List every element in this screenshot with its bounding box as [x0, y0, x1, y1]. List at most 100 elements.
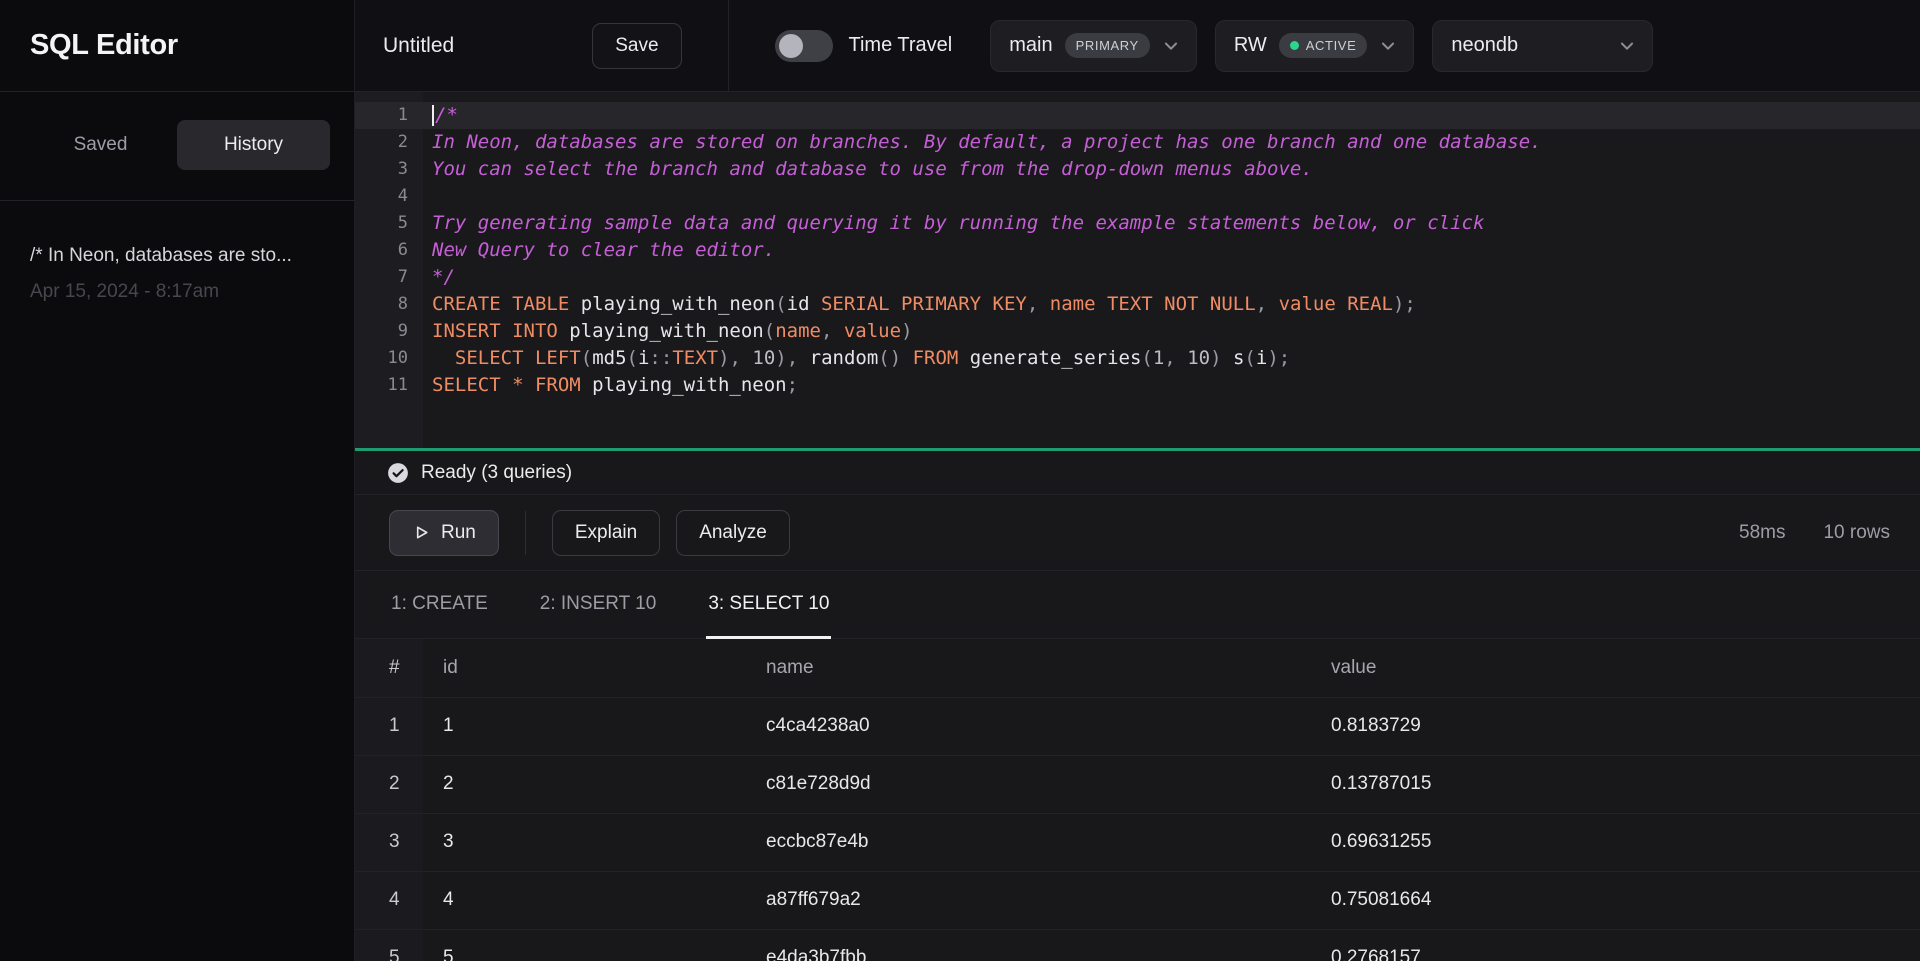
line-number: 7 — [355, 264, 423, 291]
table-cell: 0.75081664 — [1311, 871, 1920, 929]
sql-editor-app: SQL Editor SavedHistory /* In Neon, data… — [0, 0, 1920, 961]
table-row[interactable]: 11c4ca4238a00.8183729 — [355, 697, 1920, 755]
code-text: CREATE TABLE playing_with_neon(id SERIAL… — [423, 291, 1920, 318]
table-cell: e4da3b7fbb — [746, 929, 1311, 961]
history-item[interactable]: /* In Neon, databases are sto...Apr 15, … — [0, 201, 354, 303]
table-cell: a87ff679a2 — [746, 871, 1311, 929]
line-number: 6 — [355, 237, 423, 264]
sidebar-tab-saved[interactable]: Saved — [24, 120, 177, 170]
table-row[interactable]: 55e4da3b7fbb0.2768157 — [355, 929, 1920, 961]
line-number: 4 — [355, 183, 423, 210]
explain-button[interactable]: Explain — [552, 510, 660, 556]
code-line[interactable]: 6New Query to clear the editor. — [355, 237, 1920, 264]
result-tab-3-select-10[interactable]: 3: SELECT 10 — [706, 571, 831, 639]
results-column-header: value — [1311, 639, 1920, 697]
table-cell: 1 — [355, 697, 423, 755]
line-number: 11 — [355, 372, 423, 399]
sidebar-header: SQL Editor — [0, 0, 354, 92]
history-list: /* In Neon, databases are sto...Apr 15, … — [0, 201, 354, 303]
line-number: 8 — [355, 291, 423, 318]
result-tab-1-create[interactable]: 1: CREATE — [389, 571, 490, 639]
main-panel: Untitled Save Time Travel main PRIMARY R… — [355, 0, 1920, 961]
line-number: 10 — [355, 345, 423, 372]
table-cell: 5 — [355, 929, 423, 961]
table-cell: c4ca4238a0 — [746, 697, 1311, 755]
chevron-down-icon — [1618, 37, 1636, 55]
results-table: #idnamevalue 11c4ca4238a00.818372922c81e… — [355, 639, 1920, 961]
code-text: In Neon, databases are stored on branche… — [423, 129, 1920, 156]
code-line[interactable]: 8CREATE TABLE playing_with_neon(id SERIA… — [355, 291, 1920, 318]
code-editor[interactable]: 1/*2In Neon, databases are stored on bra… — [355, 92, 1920, 448]
code-line[interactable]: 2In Neon, databases are stored on branch… — [355, 129, 1920, 156]
code-text: SELECT LEFT(md5(i::TEXT), 10), random() … — [423, 345, 1920, 372]
table-row[interactable]: 33eccbc87e4b0.69631255 — [355, 813, 1920, 871]
table-cell: 4 — [355, 871, 423, 929]
compute-select[interactable]: RW ACTIVE — [1215, 20, 1415, 72]
database-name: neondb — [1451, 34, 1518, 57]
sidebar-tabs: SavedHistory — [24, 120, 330, 170]
time-travel-toggle[interactable] — [775, 30, 833, 62]
query-metrics: 58ms 10 rows — [1739, 522, 1890, 544]
results-header-row: #idnamevalue — [355, 639, 1920, 697]
line-number: 2 — [355, 129, 423, 156]
query-title: Untitled — [383, 34, 454, 58]
table-row[interactable]: 22c81e728d9d0.13787015 — [355, 755, 1920, 813]
database-select[interactable]: neondb — [1432, 20, 1653, 72]
line-number: 5 — [355, 210, 423, 237]
chevron-down-icon — [1379, 37, 1397, 55]
code-line[interactable]: 5Try generating sample data and querying… — [355, 210, 1920, 237]
code-line[interactable]: 1/* — [355, 102, 1920, 129]
compute-name: RW — [1234, 34, 1267, 57]
editor-lines: 1/*2In Neon, databases are stored on bra… — [355, 102, 1920, 399]
code-line[interactable]: 4 — [355, 183, 1920, 210]
result-tabs: 1: CREATE 2: INSERT 10 3: SELECT 10 — [355, 571, 1920, 639]
table-cell: 1 — [423, 697, 746, 755]
page-title: SQL Editor — [30, 29, 178, 62]
code-text: SELECT * FROM playing_with_neon; — [423, 372, 1920, 399]
play-icon — [412, 523, 431, 542]
actions-divider — [525, 511, 526, 555]
active-dot-icon — [1290, 41, 1299, 50]
table-cell: c81e728d9d — [746, 755, 1311, 813]
actions-row: Run Explain Analyze 58ms 10 rows — [355, 495, 1920, 571]
code-line[interactable]: 7*/ — [355, 264, 1920, 291]
table-cell: 2 — [423, 755, 746, 813]
result-tab-2-insert-10[interactable]: 2: INSERT 10 — [538, 571, 659, 639]
code-line[interactable]: 10 SELECT LEFT(md5(i::TEXT), 10), random… — [355, 345, 1920, 372]
results-column-header: name — [746, 639, 1311, 697]
branch-primary-badge: PRIMARY — [1065, 33, 1150, 58]
code-text: You can select the branch and database t… — [423, 156, 1920, 183]
results-column-header: # — [355, 639, 423, 697]
analyze-button[interactable]: Analyze — [676, 510, 790, 556]
code-text: Try generating sample data and querying … — [423, 210, 1920, 237]
topbar-divider — [728, 0, 729, 92]
status-text: Ready (3 queries) — [421, 462, 572, 484]
code-line[interactable]: 9INSERT INTO playing_with_neon(name, val… — [355, 318, 1920, 345]
query-duration: 58ms — [1739, 522, 1785, 544]
table-cell: eccbc87e4b — [746, 813, 1311, 871]
chevron-down-icon — [1162, 37, 1180, 55]
table-cell: 2 — [355, 755, 423, 813]
sidebar: SQL Editor SavedHistory /* In Neon, data… — [0, 0, 355, 961]
compute-active-badge: ACTIVE — [1279, 33, 1368, 58]
line-number: 3 — [355, 156, 423, 183]
table-cell: 0.2768157 — [1311, 929, 1920, 961]
table-cell: 0.8183729 — [1311, 697, 1920, 755]
sidebar-tab-history[interactable]: History — [177, 120, 330, 170]
time-travel-label: Time Travel — [849, 34, 953, 57]
compute-active-label: ACTIVE — [1306, 38, 1357, 53]
status-bar: Ready (3 queries) — [355, 451, 1920, 495]
branch-select[interactable]: main PRIMARY — [990, 20, 1197, 72]
code-text: INSERT INTO playing_with_neon(name, valu… — [423, 318, 1920, 345]
ready-check-icon — [387, 462, 409, 484]
table-row[interactable]: 44a87ff679a20.75081664 — [355, 871, 1920, 929]
code-text: New Query to clear the editor. — [423, 237, 1920, 264]
history-item-preview: /* In Neon, databases are sto... — [30, 245, 324, 267]
code-line[interactable]: 11SELECT * FROM playing_with_neon; — [355, 372, 1920, 399]
table-cell: 0.69631255 — [1311, 813, 1920, 871]
code-text: */ — [423, 264, 1920, 291]
save-button[interactable]: Save — [592, 23, 681, 69]
code-line[interactable]: 3You can select the branch and database … — [355, 156, 1920, 183]
run-button[interactable]: Run — [389, 510, 499, 556]
code-text: /* — [423, 102, 1920, 129]
